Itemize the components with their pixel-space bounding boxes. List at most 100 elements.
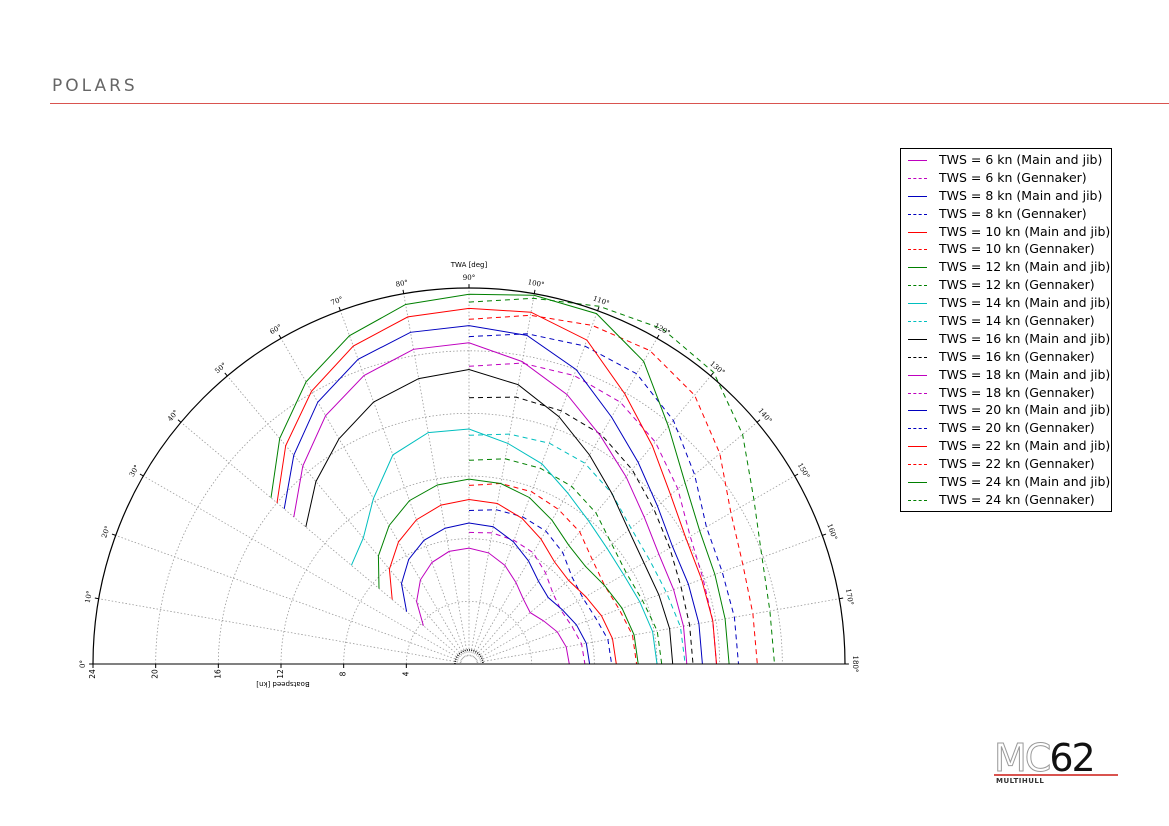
angle-tick-label: 130° [708,360,726,377]
legend-swatch [908,249,927,251]
legend-entry: TWS = 8 kn (Main and jib) [901,187,1111,205]
legend-entry: TWS = 14 kn (Main and jib) [901,294,1111,312]
angle-tick-label: 40° [166,408,180,423]
series-line-17 [276,307,717,665]
legend-entry: TWS = 16 kn (Main and jib) [901,330,1111,348]
legend-swatch [908,160,927,161]
chart-grid [93,288,845,665]
legend-entry: TWS = 22 kn (Main and jib) [901,437,1111,455]
legend-label: TWS = 14 kn (Main and jib) [939,295,1111,311]
chart-series [270,293,775,665]
angle-tick-label: 100° [527,278,545,289]
legend-entry: TWS = 8 kn (Gennaker) [901,205,1111,223]
legend-label: TWS = 16 kn (Main and jib) [939,330,1111,346]
grid-spoke [475,475,795,661]
legend-entry: TWS = 24 kn (Main and jib) [901,473,1111,491]
grid-spoke [473,375,711,659]
legend-entry: TWS = 20 kn (Gennaker) [901,419,1111,437]
series-line-15 [283,325,703,665]
angle-tick-label: 170° [844,588,855,606]
angle-tick [839,597,844,600]
radius-tick-label: 24 [88,669,97,679]
grid-spoke [403,293,469,657]
legend-label: TWS = 20 kn (Main and jib) [939,402,1111,418]
legend-swatch [908,321,927,323]
legend-swatch [908,177,927,179]
grid-spoke [476,535,823,662]
angle-tick [710,372,714,377]
angle-tick [111,533,116,536]
radius-axis-title: Boatspeed [kn] [256,680,310,688]
angle-tick-label: 60° [269,323,284,336]
legend-entry: TWS = 10 kn (Main and jib) [901,223,1111,241]
angle-tick [224,372,228,377]
chart-legend: TWS = 6 kn (Main and jib) TWS = 6 kn (Gen… [900,148,1112,512]
series-line-11 [305,368,674,665]
grid-spoke [280,338,466,658]
angle-tick-label: 50° [213,361,228,375]
legend-entry: TWS = 10 kn (Gennaker) [901,240,1111,258]
legend-swatch [908,499,927,501]
legend-swatch [908,392,927,394]
legend-swatch [908,410,927,412]
legend-swatch [908,303,927,305]
legend-label: TWS = 18 kn (Main and jib) [939,366,1111,382]
grid-spoke [472,338,658,658]
legend-label: TWS = 6 kn (Main and jib) [939,152,1103,167]
legend-swatch [908,446,927,448]
legend-entry: TWS = 14 kn (Gennaker) [901,312,1111,330]
series-line-19 [270,293,730,665]
legend-label: TWS = 22 kn (Main and jib) [939,438,1111,454]
series-line-5 [388,498,617,665]
logo-accent-bar [994,774,1118,776]
grid-spoke [227,375,465,659]
legend-swatch [908,464,927,466]
legend-entry: TWS = 6 kn (Main and jib) [901,151,1111,169]
series-line-3 [400,522,591,665]
angle-tick [533,289,536,294]
legend-label: TWS = 6 kn (Gennaker) [939,169,1087,185]
radius-tick-label: 12 [276,669,285,679]
legend-label: TWS = 24 kn (Main and jib) [939,474,1111,490]
legend-entry: TWS = 16 kn (Gennaker) [901,348,1111,366]
legend-swatch [908,267,927,269]
legend-swatch [908,195,927,197]
angle-tick-label: 30° [128,464,141,479]
radius-tick-label: 4 [401,671,410,676]
radius-tick-label: 8 [339,671,348,676]
angle-tick [756,419,761,423]
angle-tick [139,473,144,477]
legend-swatch [908,356,927,358]
angle-tick [794,473,799,477]
legend-swatch [908,374,927,376]
grid-spoke [340,310,467,657]
legend-label: TWS = 8 kn (Main and jib) [939,187,1103,203]
angle-tick-label: 70° [330,295,344,307]
angle-tick-label: 0° [79,660,87,668]
angle-tick-label: 120° [653,322,672,337]
series-line-16 [468,333,739,665]
legend-entry: TWS = 18 kn (Main and jib) [901,366,1111,384]
legend-label: TWS = 14 kn (Gennaker) [939,313,1095,329]
legend-entry: TWS = 12 kn (Gennaker) [901,276,1111,294]
grid-spoke [180,422,464,660]
legend-label: TWS = 12 kn (Gennaker) [939,277,1095,293]
angle-tick [94,597,99,600]
legend-swatch [908,231,927,233]
legend-label: TWS = 10 kn (Gennaker) [939,241,1095,257]
grid-ring [405,600,533,665]
legend-label: TWS = 18 kn (Gennaker) [939,384,1095,400]
legend-label: TWS = 20 kn (Gennaker) [939,420,1095,436]
angle-tick [278,334,282,339]
legend-label: TWS = 10 kn (Main and jib) [939,223,1111,239]
legend-swatch [908,428,927,430]
legend-swatch [908,213,927,215]
angle-tick-label: 80° [395,279,409,289]
angle-tick-label: 160° [825,523,838,542]
radius-tick-label: 16 [213,669,222,679]
legend-swatch [908,482,927,484]
legend-label: TWS = 8 kn (Gennaker) [939,205,1087,221]
radius-tick-label: 20 [151,669,160,679]
angle-tick [338,306,341,311]
legend-entry: TWS = 20 kn (Main and jib) [901,401,1111,419]
